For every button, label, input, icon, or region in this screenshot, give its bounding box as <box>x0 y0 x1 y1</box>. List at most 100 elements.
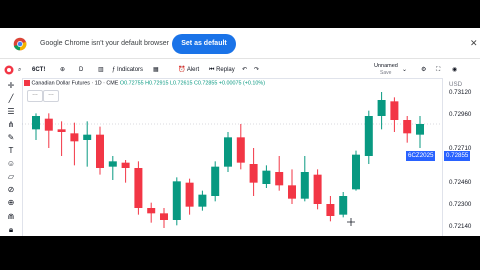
candle <box>224 132 232 172</box>
candle-body <box>224 137 232 167</box>
candle <box>364 110 373 164</box>
lock-icon[interactable]: 🔒︎ <box>6 225 16 235</box>
candle <box>262 165 271 188</box>
candle <box>275 156 284 191</box>
candle <box>172 177 181 226</box>
candle-body <box>211 166 220 196</box>
chrome-logo-icon <box>13 37 27 51</box>
pattern-icon[interactable]: ☺ <box>6 159 16 169</box>
legend-low: L0.72615 <box>169 80 193 87</box>
symbol-search[interactable]: 6CT! <box>32 65 45 75</box>
candle <box>211 161 220 202</box>
legend-open: O0.72755 <box>119 80 144 87</box>
candle-body <box>339 196 348 215</box>
candle <box>44 113 53 148</box>
screen: Google Chrome isn't your default browser… <box>0 28 480 236</box>
layout-grid-icon[interactable]: ▦ <box>153 65 159 75</box>
crosshair-cursor <box>347 218 355 226</box>
text-tool-icon[interactable]: T <box>6 146 16 156</box>
candle-body <box>275 172 284 186</box>
candle <box>147 202 156 223</box>
magnet-icon[interactable]: ⋒ <box>6 212 16 222</box>
candle-body <box>416 124 424 135</box>
price-label: 0.72460 <box>449 179 472 186</box>
compare-symbol-button[interactable]: ⊕ <box>60 65 65 75</box>
candle <box>198 190 207 211</box>
set-as-default-button[interactable]: Set as default <box>172 34 236 54</box>
candle <box>83 121 92 167</box>
candle-body <box>172 181 181 220</box>
zoom-icon[interactable]: ⊕ <box>6 198 16 208</box>
candle-body <box>364 116 373 156</box>
candle-body <box>134 168 143 208</box>
alert-icon: ⏰ <box>178 67 187 73</box>
replay-button[interactable]: ⏮ Replay <box>209 65 235 75</box>
candle-body <box>313 174 322 204</box>
candle <box>300 156 309 202</box>
candle-body <box>403 120 412 134</box>
undo-icon[interactable]: ↶ <box>242 65 247 75</box>
symbol-price-tag: 6CZ2025 <box>406 151 436 161</box>
candle-body <box>32 116 40 130</box>
candle <box>70 122 79 166</box>
candle-body <box>108 161 117 167</box>
redo-icon[interactable]: ↷ <box>254 65 259 75</box>
candle-body <box>390 101 399 120</box>
indicators-button[interactable]: ƒ Indicators <box>112 65 143 75</box>
screenshot-icon[interactable]: ◉ <box>452 65 457 75</box>
candle-body <box>352 154 360 190</box>
ruler-icon[interactable]: ⏥ <box>6 172 16 182</box>
search-icon[interactable]: ⌕ <box>18 65 21 75</box>
candle <box>57 121 66 156</box>
price-label: 0.72140 <box>449 223 472 230</box>
legend-title: Canadian Dollar Futures · 1D · CME <box>31 80 119 87</box>
account-avatar[interactable] <box>4 65 14 75</box>
trend-line-icon[interactable]: ╱ <box>6 94 16 104</box>
legend-more-button[interactable]: … <box>43 90 59 102</box>
candle <box>403 116 412 143</box>
legend-high: H0.72915 <box>145 80 169 87</box>
pitchfork-icon[interactable]: ⋔ <box>6 120 16 130</box>
indicators-label: Indicators <box>117 67 144 73</box>
chart-type-icon[interactable]: ▥ <box>98 65 104 75</box>
candle <box>160 208 168 228</box>
legend-close: C0.72855 <box>193 80 218 87</box>
candle-body <box>96 134 104 168</box>
legend-change: +0.00075 (+0.10%) <box>218 80 265 87</box>
chart-legend: Canadian Dollar Futures · 1D · CME O0.72… <box>24 80 265 86</box>
close-icon[interactable]: ✕ <box>470 38 478 49</box>
current-price-tag: 0.72855 <box>444 151 471 161</box>
default-browser-banner: Google Chrome isn't your default browser… <box>0 28 480 59</box>
currency-label: USD <box>449 81 463 88</box>
candle-body <box>198 194 207 207</box>
crosshair-icon[interactable]: ✛ <box>6 81 16 91</box>
alert-button[interactable]: ⏰ Alert <box>178 65 199 75</box>
settings-icon[interactable]: ⚙ <box>421 65 426 75</box>
candle <box>185 178 194 215</box>
price-chart[interactable] <box>22 78 442 236</box>
candle-body <box>249 164 258 183</box>
brush-icon[interactable]: ✎ <box>6 133 16 143</box>
candle <box>416 116 424 148</box>
interval-button[interactable]: D <box>79 65 83 75</box>
candle-body <box>288 185 296 199</box>
candle-body <box>44 118 53 131</box>
chart-toolbar: ⌕ 6CT! ⊕ D ▥ ƒ Indicators ▦ ⏰ Alert ⏮ Re… <box>0 62 480 79</box>
candle <box>96 126 104 175</box>
candle <box>134 161 143 215</box>
candle-body <box>83 134 92 140</box>
candle <box>377 92 386 130</box>
candle <box>313 169 322 210</box>
candle-body <box>70 133 79 142</box>
layout-dropdown-icon[interactable]: ⌄ <box>402 65 407 75</box>
legend-collapse-button[interactable]: … <box>27 90 43 102</box>
measure-icon[interactable]: ⊘ <box>6 185 16 195</box>
candle-body <box>185 182 194 207</box>
candle-body <box>121 162 130 168</box>
fullscreen-icon[interactable]: ⛶ <box>436 65 440 75</box>
horizontal-lines-icon[interactable]: ☰ <box>6 107 16 117</box>
candle <box>339 192 348 218</box>
price-label: 0.72300 <box>449 201 472 208</box>
candle <box>288 169 296 204</box>
candle <box>326 196 335 222</box>
